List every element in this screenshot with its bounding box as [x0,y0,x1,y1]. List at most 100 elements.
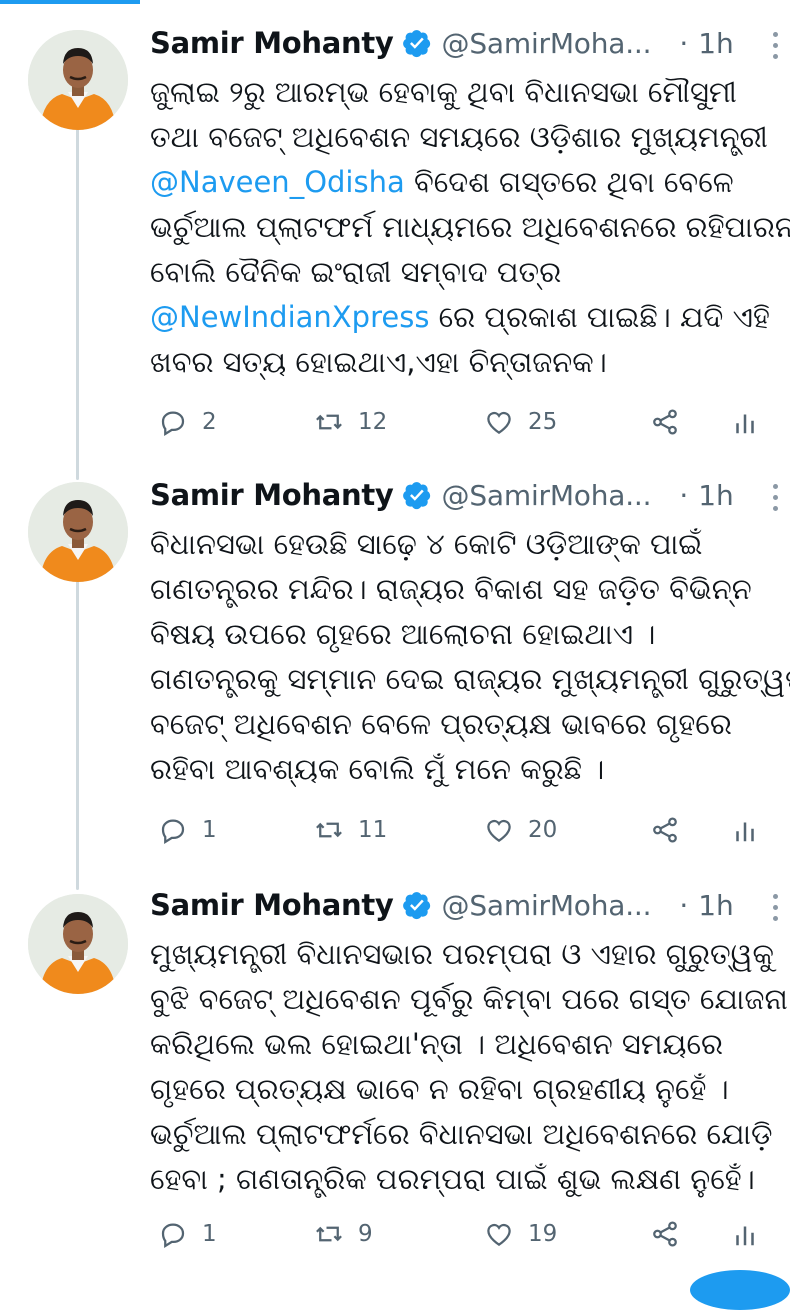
retweet-button[interactable]: 9 [314,1214,373,1254]
timestamp[interactable]: 1h [698,479,734,512]
tweet-actions: 1 11 20 [150,810,790,850]
share-button[interactable] [650,1214,694,1254]
tweet-text-segment: ବଜେଟ୍ ଅଧିବେଶନ ବେଳେ ପ୍ରତ୍ୟକ୍ଷ ଭାବରେ ଗୃହରେ [150,707,732,741]
avatar-image [28,30,128,130]
like-count: 20 [528,817,558,843]
tweet-text-line: କରିଥିଲେ ଭଲ ହୋଇଥା'ନ୍ତା । ଅଧିବେଶନ ସମୟରେ [150,1022,790,1067]
tweet[interactable]: Samir Mohanty @SamirMoha... · 1h ବିଧାନସଭ… [0,468,808,878]
reply-icon [161,819,185,845]
share-icon [653,817,677,843]
tweet-actions: 1 9 19 [150,1214,790,1254]
tweet-text: ମୁଖ୍ୟମନ୍ତ୍ରୀ ବିଧାନସଭାର ପରମ୍ପରା ଓ ଏହାର ଗୁ… [150,932,790,1202]
tweet-text: ବିଧାନସଭା ହେଉଛି ସାଢ଼େ ୪ କୋଟି ଓଡ଼ିଆଙ୍କ ପାଇ… [150,522,790,792]
reply-button[interactable]: 1 [158,1214,217,1254]
tweet-text-line: ବଜେଟ୍ ଅଧିବେଶନ ବେଳେ ପ୍ରତ୍ୟକ୍ଷ ଭାବରେ ଗୃହରେ [150,702,790,747]
retweet-count: 11 [358,817,388,843]
retweet-icon [316,822,342,838]
reply-button[interactable]: 1 [158,810,217,850]
tweet[interactable]: Samir Mohanty @SamirMoha... · 1h ଜୁଲାଇ ୨… [0,16,808,460]
reply-icon [161,411,185,437]
tweet-text-line: ତଥା ବଜେଟ୍ ଅଧିବେଶନ ସମୟରେ ଓଡ଼ିଶାର ମୁଖ୍ୟମନ୍… [150,115,790,160]
tweet-text-line: ଗଣତନ୍ତ୍ରକୁ ସମ୍ମାନ ଦେଇ ରାଜ୍ୟର ମୁଖ୍ୟମନ୍ତ୍ର… [150,657,790,702]
tweet-text-segment: ରେ ପ୍ରକାଶ ପାଇଛି। ଯଦି ଏହି [429,300,770,334]
tweet-text-segment: ଭର୍ଚୁଆଲ ପ୍ଲାଟଫର୍ମ ମାଧ୍ୟମରେ ଅଧିବେଶନରେ ରହି… [150,210,790,244]
mention-link[interactable]: @NewIndianXpress [150,300,429,334]
retweet-button[interactable]: 11 [314,810,387,850]
retweet-count: 12 [358,409,388,435]
analytics-button[interactable] [730,1214,774,1254]
separator-dot: · [679,26,689,60]
tweet-header: Samir Mohanty @SamirMoha... · 1h [150,878,790,932]
timestamp[interactable]: 1h [698,889,734,922]
share-button[interactable] [650,810,694,850]
share-icon [653,1221,677,1247]
tweet-text-segment: ବିଦେଶ ଗସ୍ତରେ ଥିବା ବେଳେ [404,165,734,199]
analytics-icon [736,414,754,434]
analytics-icon [736,822,754,842]
avatar[interactable] [28,482,128,582]
tweet-text-line: ମୁଖ୍ୟମନ୍ତ୍ରୀ ବିଧାନସଭାର ପରମ୍ପରା ଓ ଏହାର ଗୁ… [150,932,790,977]
reply-count: 1 [202,1221,217,1247]
tweet-text-line: ଭର୍ଚୁଆଲ ପ୍ଲାଟଫର୍ମରେ ବିଧାନସଭା ଅଧିବେଶନରେ ଯ… [150,1112,790,1157]
share-icon [653,409,677,435]
top-accent-bar [0,0,140,4]
author-name[interactable]: Samir Mohanty [150,26,394,60]
author-name[interactable]: Samir Mohanty [150,888,394,922]
separator-dot: · [679,888,689,922]
heart-icon [487,411,511,434]
tweet-text-line: ଗଣତନ୍ତ୍ରର ମନ୍ଦିର। ରାଜ୍ୟର ବିକାଶ ସହ ଜଡ଼ିତ … [150,567,790,612]
tweet-text-segment: ଜୁଲାଇ ୨ରୁ ଆରମ୍ଭ ହେବାକୁ ଥିବା ବିଧାନସଭା ମୌସ… [150,75,737,109]
tweet-text-segment: ରହିବା ଆବଶ୍ୟକ ବୋଲି ମୁଁ ମନେ କରୁଛି । [150,752,605,786]
tweet-text-segment: ମୁଖ୍ୟମନ୍ତ୍ରୀ ବିଧାନସଭାର ପରମ୍ପରା ଓ ଏହାର ଗୁ… [150,937,774,971]
like-button[interactable]: 25 [484,402,557,442]
reply-count: 2 [202,409,217,435]
retweet-icon [316,1226,342,1242]
tweet-text-line: @NewIndianXpress ରେ ପ୍ରକାଶ ପାଇଛି। ଯଦି ଏହ… [150,295,790,340]
heart-icon [487,1223,511,1246]
retweet-icon [316,414,342,430]
separator-dot: · [679,478,689,512]
tweet-text-segment: ବିଷୟ ଉପରେ ଗୃହରେ ଆଲୋଚନା ହୋଇଥାଏ । [150,617,656,651]
like-count: 25 [528,409,558,435]
tweet-text-segment: ଖବର ସତ୍ୟ ହୋଇଥାଏ,ଏହା ଚିନ୍ତାଜନକ। [150,345,607,379]
tweet-text-line: ବୁଝି ବଜେଟ୍ ଅଧିବେଶନ ପୂର୍ବରୁ କିମ୍ବା ପରେ ଗସ… [150,977,790,1022]
like-count: 19 [528,1221,558,1247]
tweet-header: Samir Mohanty @SamirMoha... · 1h [150,16,790,70]
tweet-text-line: ବୋଲି ଦୈନିକ ଇଂରାଜୀ ସମ୍ବାଦ ପତ୍ର [150,250,790,295]
avatar[interactable] [28,894,128,994]
analytics-button[interactable] [730,810,774,850]
tweet-header: Samir Mohanty @SamirMoha... · 1h [150,468,790,522]
retweet-button[interactable]: 12 [314,402,387,442]
tweet-text-line: ଜୁଲାଇ ୨ରୁ ଆରମ୍ଭ ହେବାକୁ ଥିବା ବିଧାନସଭା ମୌସ… [150,70,790,115]
like-button[interactable]: 20 [484,810,557,850]
reply-button[interactable]: 2 [158,402,217,442]
author-name[interactable]: Samir Mohanty [150,478,394,512]
retweet-count: 9 [358,1221,373,1247]
mention-link[interactable]: @Naveen_Odisha [150,165,405,199]
tweet-text-segment: ବୁଝି ବଜେଟ୍ ଅଧିବେଶନ ପୂର୍ବରୁ କିମ୍ବା ପରେ ଗସ… [150,982,788,1016]
author-handle[interactable]: @SamirMoha... [442,27,652,60]
tweet-text-line: ଭର୍ଚୁଆଲ ପ୍ଲାଟଫର୍ମ ମାଧ୍ୟମରେ ଅଧିବେଶନରେ ରହି… [150,205,790,250]
more-options-icon[interactable] [772,484,778,514]
tweet[interactable]: Samir Mohanty @SamirMoha... · 1h ମୁଖ୍ୟମନ… [0,878,808,1268]
tweet-text-segment: ଗୃହରେ ପ୍ରତ୍ୟକ୍ଷ ଭାବେ ନ ରହିବା ଗ୍ରହଣୀୟ ନୁହ… [150,1072,729,1106]
tweet-text-segment: କରିଥିଲେ ଭଲ ହୋଇଥା'ନ୍ତା । ଅଧିବେଶନ ସମୟରେ [150,1027,723,1061]
tweet-text: ଜୁଲାଇ ୨ରୁ ଆରମ୍ଭ ହେବାକୁ ଥିବା ବିଧାନସଭା ମୌସ… [150,70,790,385]
tweet-text-segment: ଗଣତନ୍ତ୍ରକୁ ସମ୍ମାନ ଦେଇ ରାଜ୍ୟର ମୁଖ୍ୟମନ୍ତ୍ର… [150,662,790,696]
tweet-text-segment: ତଥା ବଜେଟ୍ ଅଧିବେଶନ ସମୟରେ ଓଡ଼ିଶାର ମୁଖ୍ୟମନ୍… [150,120,768,154]
verified-badge-icon [402,482,430,510]
analytics-icon [736,1226,754,1246]
compose-fab-edge[interactable] [690,1270,790,1310]
more-options-icon[interactable] [772,894,778,924]
author-handle[interactable]: @SamirMoha... [442,479,652,512]
verified-badge-icon [402,892,430,920]
analytics-button[interactable] [730,402,774,442]
tweet-text-line: ରହିବା ଆବଶ୍ୟକ ବୋଲି ମୁଁ ମନେ କରୁଛି । [150,747,790,792]
like-button[interactable]: 19 [484,1214,557,1254]
author-handle[interactable]: @SamirMoha... [442,889,652,922]
more-options-icon[interactable] [772,32,778,62]
avatar[interactable] [28,30,128,130]
share-button[interactable] [650,402,694,442]
tweet-text-line: ବିଷୟ ଉପରେ ଗୃହରେ ଆଲୋଚନା ହୋଇଥାଏ । [150,612,790,657]
timestamp[interactable]: 1h [698,27,734,60]
